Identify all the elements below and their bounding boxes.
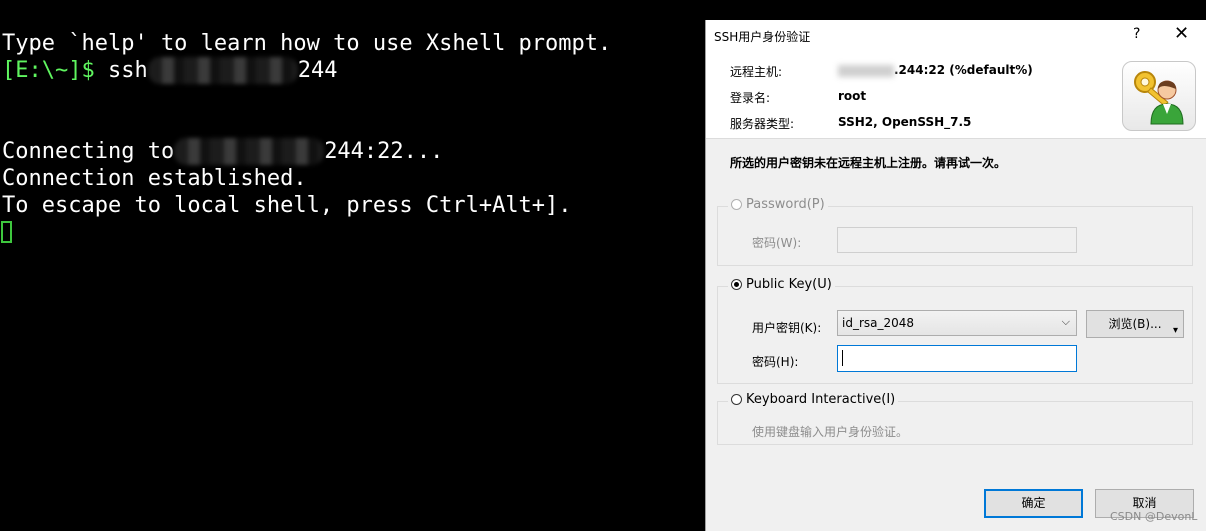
terminal-command-line: [E:\~]$ ssh 244 bbox=[2, 57, 337, 84]
text-caret bbox=[842, 350, 843, 366]
dropdown-arrow-icon: ▾ bbox=[1172, 325, 1178, 336]
terminal-escape-line: To escape to local shell, press Ctrl+Alt… bbox=[2, 193, 572, 218]
ssh-command: ssh bbox=[94, 58, 148, 83]
dialog-title: SSH用户身份验证 bbox=[714, 30, 811, 44]
terminal-window[interactable]: Type `help' to learn how to use Xshell p… bbox=[0, 0, 705, 531]
remote-host-text: .244:22 (%default%) bbox=[894, 63, 1033, 77]
password-input[interactable] bbox=[837, 227, 1077, 253]
close-button[interactable]: ✕ bbox=[1174, 23, 1189, 44]
ok-button[interactable]: 确定 bbox=[984, 489, 1083, 518]
keyboard-interactive-option[interactable]: Keyboard Interactive(I) bbox=[728, 392, 899, 407]
password-radio[interactable] bbox=[731, 199, 742, 210]
auth-error-message: 所选的用户密钥未在远程主机上注册。请再试一次。 bbox=[730, 156, 1007, 170]
password-label: 密码(W): bbox=[752, 236, 802, 250]
publickey-radio[interactable] bbox=[731, 279, 742, 290]
publickey-option-label: Public Key(U) bbox=[746, 277, 832, 292]
passphrase-label: 密码(H): bbox=[752, 355, 799, 369]
help-button[interactable]: ? bbox=[1133, 26, 1140, 42]
remote-host-label: 远程主机: bbox=[730, 65, 783, 79]
terminal-cursor bbox=[1, 221, 12, 243]
ssh-auth-dialog: SSH用户身份验证 ? ✕ 远程主机: .244:22 (%default%) … bbox=[705, 20, 1206, 531]
dialog-titlebar[interactable]: SSH用户身份验证 ? ✕ bbox=[706, 20, 1206, 51]
user-key-label: 用户密钥(K): bbox=[752, 321, 822, 335]
publickey-group: Public Key(U) 用户密钥(K): id_rsa_2048 ⌵ 浏览(… bbox=[717, 277, 1193, 384]
redacted-host bbox=[147, 57, 298, 84]
password-option-label: Password(P) bbox=[746, 197, 825, 212]
keyboard-interactive-group: Keyboard Interactive(I) 使用键盘输入用户身份验证。 bbox=[717, 392, 1193, 445]
passphrase-input[interactable] bbox=[837, 345, 1077, 372]
connecting-suffix: 244:22... bbox=[324, 139, 444, 164]
password-option[interactable]: Password(P) bbox=[728, 197, 828, 212]
terminal-help-line: Type `help' to learn how to use Xshell p… bbox=[2, 31, 612, 56]
chevron-down-icon: ⌵ bbox=[1061, 315, 1070, 328]
terminal-prompt: [E:\~]$ bbox=[2, 58, 95, 83]
redacted-host bbox=[838, 64, 894, 77]
keyboard-interactive-description: 使用键盘输入用户身份验证。 bbox=[752, 425, 909, 439]
watermark: CSDN @DevonL bbox=[1110, 510, 1198, 523]
keyboard-interactive-label: Keyboard Interactive(I) bbox=[746, 392, 896, 407]
user-key-select[interactable]: id_rsa_2048 ⌵ bbox=[837, 310, 1077, 336]
user-key-icon bbox=[1122, 61, 1196, 131]
connection-info-panel: 远程主机: .244:22 (%default%) 登录名: root 服务器类… bbox=[706, 51, 1206, 139]
remote-host-value: .244:22 (%default%) bbox=[838, 63, 1033, 77]
connecting-prefix: Connecting to bbox=[2, 139, 175, 164]
server-type-label: 服务器类型: bbox=[730, 117, 795, 131]
browse-label: 浏览(B)... bbox=[1108, 317, 1162, 331]
browse-button[interactable]: 浏览(B)... ▾ bbox=[1086, 310, 1184, 338]
keyboard-interactive-radio[interactable] bbox=[731, 394, 742, 405]
server-type-value: SSH2, OpenSSH_7.5 bbox=[838, 115, 972, 129]
login-value: root bbox=[838, 89, 867, 103]
publickey-option[interactable]: Public Key(U) bbox=[728, 277, 835, 292]
redacted-host bbox=[174, 138, 325, 165]
password-group: Password(P) 密码(W): bbox=[717, 197, 1193, 266]
terminal-connecting-line: Connecting to 244:22... bbox=[2, 138, 443, 165]
user-key-selected: id_rsa_2048 bbox=[842, 316, 915, 330]
login-label: 登录名: bbox=[730, 91, 771, 105]
ssh-host-tail: 244 bbox=[297, 58, 338, 83]
terminal-established-line: Connection established. bbox=[2, 166, 307, 191]
